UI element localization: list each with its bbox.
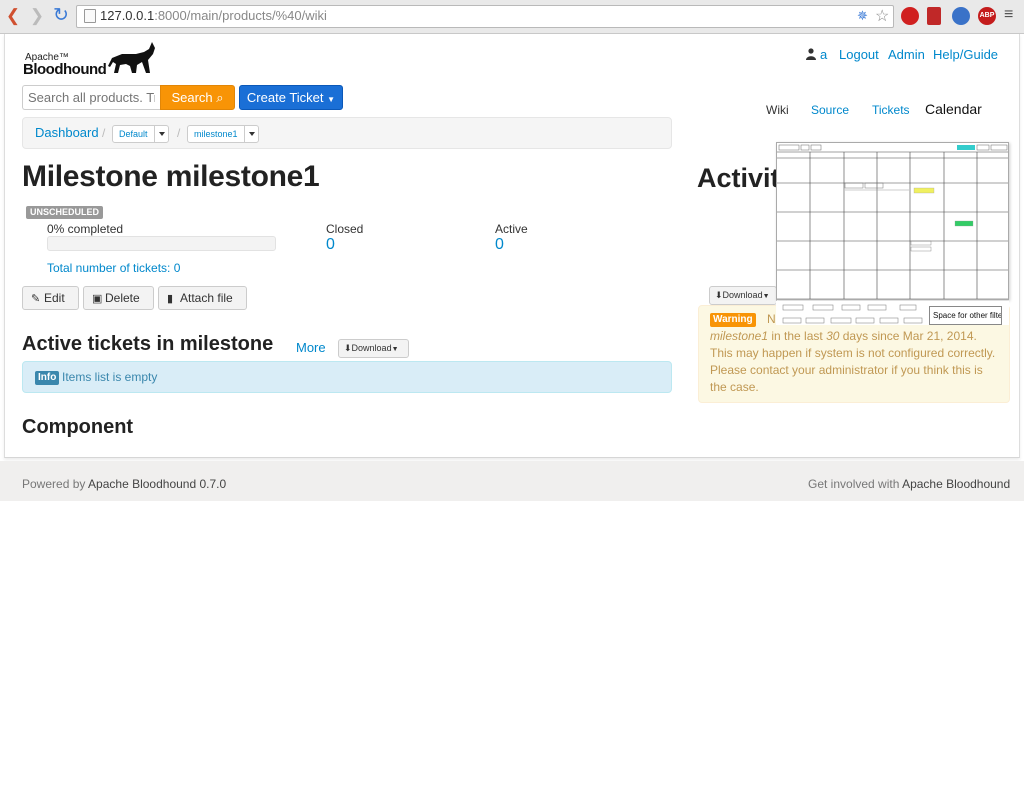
- delete-button[interactable]: ▣ Delete: [83, 286, 154, 310]
- tab-source[interactable]: Source: [811, 103, 849, 117]
- delete-label: Delete: [105, 291, 140, 305]
- breadcrumb-separator: /: [102, 126, 106, 140]
- translate-icon[interactable]: ✵: [857, 8, 868, 24]
- calendar-popup: [776, 142, 1009, 300]
- download-icon: ⬇: [715, 290, 723, 300]
- star-icon[interactable]: ☆: [875, 6, 889, 26]
- url-host: 127.0.0.1: [100, 8, 155, 23]
- edit-button[interactable]: ✎ Edit: [22, 286, 79, 310]
- trash-icon: ▣: [92, 293, 103, 305]
- footer-powered-link[interactable]: Apache Bloodhound 0.7.0: [88, 477, 226, 491]
- caret-down-icon: [244, 126, 258, 142]
- logo-bloodhound[interactable]: Bloodhound: [23, 61, 107, 78]
- warning-milestone: milestone1: [710, 329, 769, 343]
- bookmark-extension-icon[interactable]: [927, 7, 941, 25]
- edit-icon: ✎: [31, 293, 41, 305]
- status-badge: UNSCHEDULED: [26, 206, 104, 219]
- component-heading: Component: [22, 416, 134, 438]
- page-title: Milestone milestone1: [22, 160, 320, 193]
- breadcrumb-separator: /: [177, 126, 181, 140]
- tab-tickets[interactable]: Tickets: [872, 103, 910, 117]
- search-button[interactable]: Search ⌕: [160, 85, 235, 110]
- completed-label: 0% completed: [47, 222, 124, 236]
- create-ticket-label: Create Ticket: [246, 90, 324, 105]
- logout-link[interactable]: Logout: [839, 47, 879, 62]
- footer-involved-link[interactable]: Apache Bloodhound: [902, 477, 1010, 491]
- edit-label: Edit: [44, 291, 65, 305]
- search-button-label: Search: [171, 90, 213, 105]
- calendar-grid: [777, 143, 1008, 299]
- warning-text: milestone1 in the last 30 days since Mar…: [710, 328, 1000, 396]
- footer-powered-prefix: Powered by: [22, 477, 89, 491]
- info-text: Items list is empty: [62, 370, 158, 384]
- url-path: :8000/main/products/%40/wiki: [154, 8, 327, 23]
- closed-label: Closed: [326, 222, 364, 236]
- active-tickets-heading: Active tickets in milestone: [22, 333, 274, 355]
- product-dropdown-label: Default: [119, 129, 148, 139]
- adblock-icon[interactable]: ABP: [978, 7, 996, 25]
- activity-heading: Activity: [697, 163, 777, 193]
- page-icon: [84, 9, 96, 23]
- footer-involved: Get involved with Apache Bloodhound: [808, 477, 1010, 491]
- back-icon[interactable]: ❮: [2, 5, 24, 27]
- warning-days: 30: [826, 329, 840, 343]
- closed-count[interactable]: 0: [326, 236, 335, 254]
- download-button[interactable]: ⬇Download▼: [338, 339, 409, 358]
- warning-text-part: in the last: [768, 329, 827, 343]
- caret-down-icon: [154, 126, 168, 142]
- search-input[interactable]: [22, 85, 160, 110]
- breadcrumb-dashboard[interactable]: Dashboard: [35, 125, 99, 140]
- product-dropdown[interactable]: Default: [112, 125, 169, 143]
- warning-badge: Warning: [710, 313, 756, 327]
- download-label: Download: [351, 343, 392, 353]
- caret-down-icon: ▼: [391, 346, 399, 353]
- stop-extension-icon[interactable]: [901, 7, 919, 25]
- url-text[interactable]: 127.0.0.1:8000/main/products/%40/wiki: [100, 8, 327, 23]
- forward-icon[interactable]: ❯: [26, 5, 48, 27]
- filter-controls: [782, 304, 923, 324]
- progress-bar: [47, 236, 276, 251]
- more-link[interactable]: More: [296, 340, 326, 355]
- tab-calendar[interactable]: Calendar: [925, 101, 982, 117]
- milestone-dropdown[interactable]: milestone1: [187, 125, 259, 143]
- admin-link[interactable]: Admin: [888, 47, 925, 62]
- user-icon: [806, 48, 816, 60]
- file-icon: ▮: [167, 293, 174, 305]
- info-badge: Info: [35, 371, 60, 385]
- tab-wiki[interactable]: Wiki: [766, 103, 789, 117]
- caret-down-icon: ▼: [327, 95, 336, 104]
- help-link[interactable]: Help/Guide: [933, 47, 998, 62]
- total-tickets-link[interactable]: Total number of tickets: 0: [47, 261, 180, 275]
- reload-icon[interactable]: ↻: [50, 5, 72, 27]
- search-icon: ⌕: [216, 90, 224, 105]
- milestone-dropdown-label: milestone1: [194, 129, 238, 139]
- create-ticket-button[interactable]: Create Ticket ▼: [239, 85, 343, 110]
- footer-powered: Powered by Apache Bloodhound 0.7.0: [22, 477, 226, 491]
- download-label: Download: [722, 290, 763, 300]
- attach-file-button[interactable]: ▮ Attach file: [158, 286, 247, 310]
- download-icon: ⬇: [344, 343, 352, 353]
- warning-text-start: N: [767, 312, 776, 326]
- caret-down-icon: ▼: [762, 293, 770, 300]
- active-label: Active: [495, 222, 528, 236]
- menu-icon[interactable]: ≡: [1004, 6, 1013, 24]
- user-link[interactable]: a: [820, 47, 827, 62]
- active-count[interactable]: 0: [495, 236, 504, 254]
- activity-download-button[interactable]: ⬇Download▼: [709, 286, 777, 305]
- attach-label: Attach file: [180, 291, 233, 305]
- bloodhound-dog-icon: [108, 42, 155, 73]
- footer-involved-prefix: Get involved with: [808, 477, 903, 491]
- globe-extension-icon[interactable]: [952, 7, 970, 25]
- calendar-filter-input[interactable]: Space for other filter: [929, 306, 1002, 325]
